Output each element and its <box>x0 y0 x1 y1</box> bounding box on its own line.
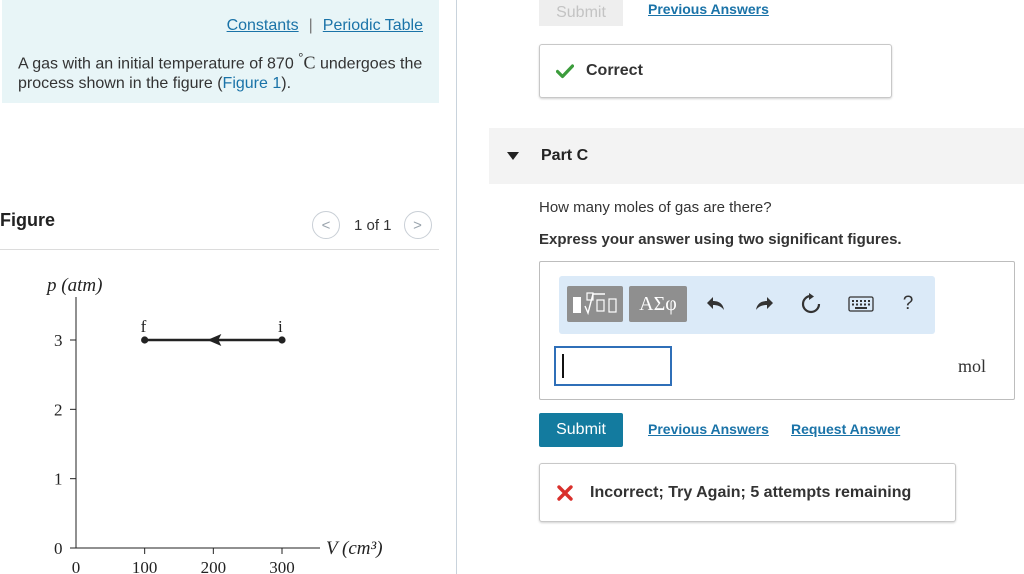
y-tick-label: 1 <box>54 470 63 489</box>
correct-feedback: Correct <box>539 44 892 98</box>
part-c-label: Part C <box>541 147 589 164</box>
correct-text: Correct <box>586 62 643 79</box>
figure-link[interactable]: Figure 1 <box>223 75 282 92</box>
x-axis-label: V (cm³) <box>326 538 383 559</box>
templates-icon <box>573 292 617 316</box>
keyboard-icon[interactable] <box>846 292 876 316</box>
problem-info-box: Constants | Periodic Table A gas with an i… <box>2 0 439 103</box>
incorrect-feedback: Incorrect; Try Again; 5 attempts remaini… <box>539 463 956 522</box>
collapse-triangle-icon[interactable] <box>507 152 519 160</box>
previous-answers-link[interactable]: Previous Answers <box>648 421 769 437</box>
request-answer-link[interactable]: Request Answer <box>791 421 900 437</box>
answer-input[interactable] <box>554 346 672 386</box>
instruction-text: Express your answer using two significan… <box>539 231 902 248</box>
problem-statement: A gas with an initial temperature of 870… <box>18 48 428 94</box>
problem-panel: Constants | Periodic Table A gas with an i… <box>0 0 456 574</box>
state-point <box>278 336 286 344</box>
link-separator: | <box>308 17 313 34</box>
greek-symbols-button[interactable]: ΑΣφ <box>629 286 687 322</box>
previous-answers-link-top[interactable]: Previous Answers <box>648 1 769 17</box>
part-c-header[interactable]: Part C <box>489 128 1024 184</box>
panel-divider <box>456 0 457 574</box>
undo-icon[interactable] <box>705 292 729 316</box>
process-line: if <box>141 317 286 346</box>
y-tick-label: 3 <box>54 331 63 350</box>
pager-count: 1 of 1 <box>354 216 392 234</box>
problem-text-end: ). <box>281 75 292 93</box>
celsius-unit: C <box>303 52 316 73</box>
submit-button[interactable]: Submit <box>539 413 623 447</box>
resource-links: Constants | Periodic Table <box>227 17 423 35</box>
answer-box: ΑΣφ ? mol <box>539 261 1015 400</box>
pager-next-button[interactable]: > <box>403 211 432 239</box>
x-tick-label: 0 <box>72 558 81 574</box>
pv-diagram: p (atm) V (cm³) 0123 0 100 200 300 if <box>45 275 383 574</box>
constants-link[interactable]: Constants <box>227 17 299 34</box>
x-tick-label: 100 <box>132 558 158 574</box>
reset-icon[interactable] <box>799 292 823 316</box>
state-label: i <box>278 317 283 336</box>
help-button[interactable]: ? <box>896 292 920 316</box>
figure-title: Figure <box>0 210 56 230</box>
problem-text-start: A gas with an initial temperature of 870 <box>18 55 299 73</box>
periodic-table-link[interactable]: Periodic Table <box>323 17 423 34</box>
question-text: How many moles of gas are there? <box>539 199 772 216</box>
redo-icon[interactable] <box>751 292 775 316</box>
state-point <box>141 336 149 344</box>
x-ticks: 0 100 200 300 <box>72 548 295 574</box>
previous-submit-button[interactable]: Submit <box>539 0 623 26</box>
figure-divider <box>0 249 439 250</box>
pager-prev-button[interactable]: < <box>312 211 340 239</box>
incorrect-text: Incorrect; Try Again; 5 attempts remaini… <box>590 483 912 501</box>
y-tick-label: 0 <box>54 539 63 558</box>
unit-label: mol <box>957 356 986 376</box>
x-tick-label: 300 <box>269 558 295 574</box>
y-axis-label: p (atm) <box>45 275 102 296</box>
math-toolbar: ΑΣφ ? <box>559 276 935 334</box>
figure-pager: < 1 of 1 > <box>312 210 432 240</box>
x-mark-icon <box>557 484 573 501</box>
state-label: f <box>141 317 147 336</box>
checkmark-icon <box>556 63 574 78</box>
text-caret <box>562 354 564 378</box>
template-button[interactable] <box>567 286 623 322</box>
y-tick-label: 2 <box>54 400 63 419</box>
x-tick-label: 200 <box>201 558 227 574</box>
y-ticks: 0 1 2 3 <box>54 331 76 558</box>
